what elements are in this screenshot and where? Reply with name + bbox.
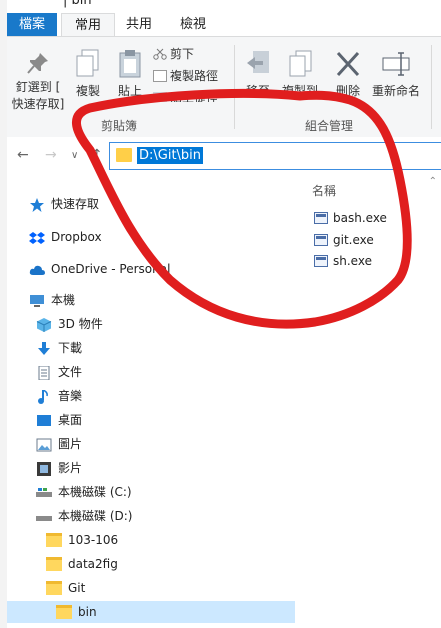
file-name: sh.exe (333, 254, 372, 268)
nav-label: 本機 (51, 293, 76, 307)
file-list-pane: ⌃ 名稱 bash.exe git.exe sh.exe (300, 174, 441, 628)
paste-shortcut-button[interactable]: 貼上捷徑 (153, 89, 218, 102)
move-to-label: 移至 (245, 84, 270, 98)
copy-path-button[interactable]: 複製路徑 (153, 67, 218, 84)
delete-button[interactable]: 刪除 (333, 49, 363, 99)
nav-label: OneDrive - Personal (51, 262, 171, 276)
address-bar[interactable]: D:\Git\bin (109, 142, 441, 170)
copy-button[interactable]: 複製 (73, 49, 103, 99)
nav-label: Dropbox (51, 230, 102, 244)
copy-path-icon (153, 70, 167, 82)
cube-icon (36, 317, 52, 332)
nav-label: 桌面 (58, 413, 83, 427)
list-item[interactable]: sh.exe (314, 251, 372, 271)
nav-item-folder-bin[interactable]: bin (7, 601, 295, 623)
music-icon (36, 389, 52, 404)
title-bar: | bin (7, 0, 441, 13)
copy-to-icon (289, 50, 312, 77)
file-name: git.exe (333, 233, 374, 247)
download-icon (36, 341, 52, 355)
paste-button[interactable]: 貼上 (115, 49, 145, 99)
tab-share[interactable]: 共用 (115, 13, 163, 36)
address-path[interactable]: D:\Git\bin (137, 147, 204, 164)
nav-label: 快速存取 (51, 197, 100, 211)
nav-label: 文件 (58, 365, 83, 379)
organize-group-label: 組合管理 (305, 119, 354, 133)
list-item[interactable]: git.exe (314, 230, 374, 250)
drive-icon (36, 485, 52, 499)
rename-button[interactable]: 重新命名 (369, 49, 423, 99)
nav-label: 3D 物件 (58, 317, 103, 331)
copy-to-button[interactable]: 複製到 (279, 49, 321, 99)
nav-label: 103-106 (68, 533, 119, 547)
nav-label: data2fig (68, 557, 118, 571)
column-header-name[interactable]: 名稱 (312, 182, 336, 199)
paste-shortcut-label: 貼上捷徑 (170, 91, 219, 102)
move-to-icon (247, 51, 269, 73)
up-arrow-icon[interactable]: ↑ (91, 147, 103, 163)
folder-icon (46, 533, 62, 547)
clipboard-group-label: 剪貼簿 (101, 119, 138, 133)
delete-icon (336, 51, 360, 77)
forward-arrow-icon[interactable]: → (45, 147, 57, 163)
tab-home[interactable]: 常用 (61, 13, 115, 37)
pin-icon (27, 53, 48, 74)
star-icon (29, 197, 45, 212)
folder-icon (116, 148, 132, 162)
folder-icon (56, 605, 72, 619)
chevron-up-icon[interactable]: ⌃ (429, 176, 437, 187)
nav-label: 本機磁碟 (C:) (58, 485, 132, 499)
paste-label: 貼上 (117, 84, 142, 98)
paste-icon (119, 50, 141, 78)
computer-icon (29, 293, 45, 307)
nav-label: 圖片 (58, 437, 83, 451)
pin-label-line1: 釘選到 [ (15, 80, 61, 94)
cut-button[interactable]: 剪下 (153, 45, 194, 62)
scissors-icon (153, 48, 167, 60)
window-title: | bin (63, 0, 92, 8)
copy-icon (76, 49, 99, 77)
nav-label: bin (78, 605, 97, 619)
executable-icon (314, 255, 328, 267)
document-icon (36, 365, 52, 381)
copy-path-label: 複製路徑 (170, 69, 219, 83)
ribbon-tabs: 檔案 常用 共用 檢視 (7, 13, 441, 37)
tab-file[interactable]: 檔案 (7, 13, 57, 36)
ribbon-separator (234, 45, 235, 129)
nav-label: 本機磁碟 (D:) (58, 509, 133, 523)
copy-to-label: 複製到 (281, 84, 318, 98)
list-item[interactable]: bash.exe (314, 208, 387, 228)
drive-icon (36, 509, 52, 523)
back-arrow-icon[interactable]: ← (17, 147, 29, 163)
ribbon: 釘選到 [ 快速存取] 複製 貼上 剪下 複製路徑 貼上捷徑 剪貼簿 移至 複製… (7, 36, 441, 138)
tab-view[interactable]: 檢視 (167, 13, 219, 36)
rename-label: 重新命名 (371, 84, 420, 98)
folder-icon (46, 557, 62, 571)
pin-label-line2: 快速存取] (11, 97, 65, 111)
nav-label: 下載 (58, 341, 83, 355)
nav-label: Git (68, 581, 86, 595)
move-to-button[interactable]: 移至 (243, 49, 273, 99)
paste-shortcut-icon (153, 92, 167, 102)
video-icon (36, 461, 52, 476)
folder-icon (46, 581, 62, 595)
cut-label: 剪下 (170, 47, 195, 61)
copy-label: 複製 (75, 84, 100, 98)
pictures-icon (36, 437, 52, 452)
nav-label: 音樂 (58, 389, 83, 403)
rename-icon (382, 52, 410, 76)
ribbon-separator-2 (431, 45, 432, 129)
file-name: bash.exe (333, 211, 387, 225)
cloud-icon (29, 262, 45, 276)
executable-icon (314, 234, 328, 246)
dropbox-icon (29, 230, 45, 244)
navigation-pane: 快速存取 Dropbox OneDrive - Personal 本機 3D 物… (7, 174, 295, 628)
desktop-icon (36, 413, 52, 427)
delete-label: 刪除 (335, 84, 360, 98)
nav-label: 影片 (58, 461, 83, 475)
executable-icon (314, 212, 328, 224)
pin-quick-access-button[interactable]: 釘選到 [ 快速存取] (9, 51, 67, 112)
recent-locations-chevron-icon[interactable]: ∨ (71, 150, 78, 161)
address-bar-row: ← → ∨ ↑ D:\Git\bin (7, 137, 441, 174)
